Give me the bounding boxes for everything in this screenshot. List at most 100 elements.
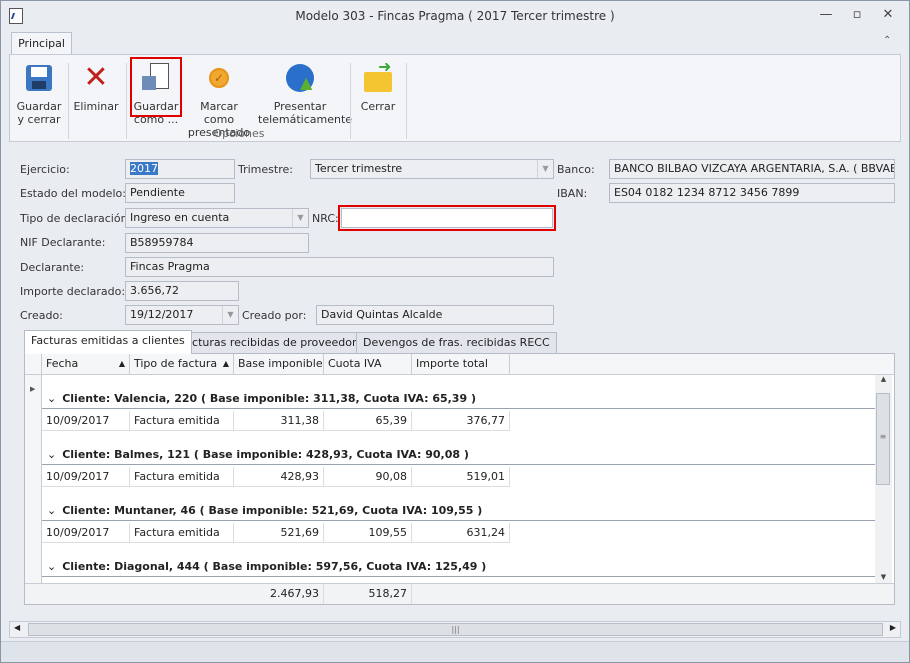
table-cell[interactable]: 10/09/2017	[42, 411, 130, 431]
window-title: Modelo 303 - Fincas Pragma ( 2017 Tercer…	[295, 9, 615, 23]
group-row[interactable]: ⌄ Cliente: Valencia, 220 ( Base imponible…	[42, 389, 875, 409]
group-title: Cliente: Diagonal, 444 ( Base imponible:…	[62, 560, 487, 573]
creado-label: Creado:	[20, 309, 63, 322]
label: telemáticamente	[258, 113, 353, 126]
main-window: Modelo 303 - Fincas Pragma ( 2017 Tercer…	[0, 0, 910, 663]
open-folder-icon: ➜	[362, 59, 394, 94]
label: Guardar	[16, 100, 62, 113]
guardar-como-button[interactable]: Guardar como ...	[130, 57, 182, 126]
tab-facturas-recibidas[interactable]: Facturas recibidas de proveedores	[173, 332, 376, 353]
table-cell[interactable]: 521,69	[234, 523, 324, 543]
table-cell[interactable]: 631,24	[412, 523, 510, 543]
table-cell[interactable]: 109,55	[324, 523, 412, 543]
table-cell[interactable]: Factura emitida	[130, 523, 234, 543]
ribbon-collapse-icon[interactable]: ⌃	[883, 35, 891, 46]
scrollbar-thumb[interactable]: |||	[28, 623, 883, 636]
table-cell[interactable]: 376,77	[412, 411, 510, 431]
table-cell[interactable]: 90,08	[324, 467, 412, 487]
group-row[interactable]: ⌄ Cliente: Muntaner, 46 ( Base imponible:…	[42, 501, 875, 521]
close-button[interactable]: ✕	[878, 7, 898, 25]
label: como ...	[133, 113, 179, 126]
save-as-document-icon	[140, 62, 172, 94]
iban-label: IBAN:	[557, 187, 588, 200]
facturas-grid: Fecha ▲ Tipo de factura ▲ Base imponible C…	[24, 353, 895, 605]
total-base: 2.467,93	[234, 584, 324, 604]
table-cell[interactable]: 519,01	[412, 467, 510, 487]
group-title: Cliente: Balmes, 121 ( Base imponible: 4…	[62, 448, 469, 461]
trimestre-select[interactable]: Tercer trimestre ▼	[310, 159, 554, 179]
horizontal-scrollbar[interactable]: ◀ ||| ▶	[9, 621, 901, 638]
ejercicio-input[interactable]: 2017	[125, 159, 235, 179]
tipo-label: Tipo de declaración:	[20, 212, 132, 225]
creado-date[interactable]: 19/12/2017 ▼	[125, 305, 239, 325]
grid-footer: 2.467,93 518,27	[25, 583, 894, 604]
row-indicator-header	[25, 354, 42, 375]
declarante-label: Declarante:	[20, 261, 85, 274]
restore-button[interactable]: ▫	[847, 7, 867, 25]
seal-check-icon: ✓	[203, 62, 235, 94]
scrollbar-thumb[interactable]: ≡	[876, 393, 890, 485]
trimestre-value: Tercer trimestre	[315, 162, 403, 175]
table-cell[interactable]: 311,38	[234, 411, 324, 431]
banco-label: Banco:	[557, 163, 595, 176]
group-row[interactable]: ⌄ Cliente: Balmes, 121 ( Base imponible: …	[42, 445, 875, 465]
group-row[interactable]: ⌄ Cliente: Diagonal, 444 ( Base imponible…	[42, 557, 875, 577]
creado-value: 19/12/2017	[130, 308, 194, 321]
table-cell[interactable]: 65,39	[324, 411, 412, 431]
label: Guardar	[133, 100, 179, 113]
chevron-down-icon[interactable]: ⌄	[47, 504, 56, 517]
column-header-tipo[interactable]: Tipo de factura ▲	[130, 354, 234, 375]
ejercicio-label: Ejercicio:	[20, 163, 70, 176]
vertical-scrollbar[interactable]: ▲ ≡ ▼	[875, 375, 892, 583]
label: Presentar	[273, 100, 327, 113]
column-header-cuota[interactable]: Cuota IVA	[324, 354, 412, 375]
declarante-input[interactable]: Fincas Pragma	[125, 257, 554, 277]
total-cuota: 518,27	[324, 584, 412, 604]
importe-input[interactable]: 3.656,72	[125, 281, 239, 301]
nif-label: NIF Declarante:	[20, 236, 106, 249]
ribbon-tab-principal[interactable]: Principal	[11, 32, 72, 55]
chevron-down-icon[interactable]: ⌄	[47, 560, 56, 573]
table-cell[interactable]: Factura emitida	[130, 467, 234, 487]
tipo-value: Ingreso en cuenta	[130, 211, 230, 224]
tab-facturas-emitidas[interactable]: Facturas emitidas a clientes	[24, 330, 192, 354]
table-cell[interactable]: 10/09/2017	[42, 523, 130, 543]
table-cell[interactable]: Factura emitida	[130, 411, 234, 431]
chevron-down-icon[interactable]: ⌄	[47, 448, 56, 461]
label: Eliminar	[73, 100, 119, 113]
minimize-button[interactable]: —	[816, 7, 836, 25]
ribbon: Guardar y cerrar ✕ Eliminar Guardar como .…	[9, 54, 901, 142]
estado-input[interactable]: Pendiente	[125, 183, 235, 203]
chevron-down-icon[interactable]: ⌄	[47, 392, 56, 405]
presentar-telematicamente-button[interactable]: ▲ Presentar telemáticamente	[258, 60, 353, 126]
tipo-select[interactable]: Ingreso en cuenta ▼	[125, 208, 309, 228]
label: Marcar como	[200, 100, 238, 126]
globe-upload-icon: ▲	[284, 62, 316, 94]
ribbon-group-label: Opciones	[213, 127, 265, 140]
column-header-base[interactable]: Base imponible	[234, 354, 324, 375]
trimestre-label: Trimestre:	[238, 163, 293, 176]
ejercicio-value: 2017	[130, 162, 158, 175]
status-bar	[1, 641, 909, 662]
chevron-down-icon: ▼	[222, 306, 238, 324]
banco-input[interactable]: BANCO BILBAO VIZCAYA ARGENTARIA, S.A. ( …	[609, 159, 895, 179]
label: Cerrar	[360, 100, 396, 113]
table-cell[interactable]: 10/09/2017	[42, 467, 130, 487]
nrc-input[interactable]	[341, 208, 553, 228]
iban-input[interactable]: ES04 0182 1234 8712 3456 7899	[609, 183, 895, 203]
tab-devengos-recc[interactable]: Devengos de fras. recibidas RECC	[356, 332, 557, 353]
cerrar-button[interactable]: ➜ Cerrar	[354, 59, 402, 114]
delete-x-icon: ✕	[83, 60, 109, 95]
eliminar-button[interactable]: ✕ Eliminar	[72, 60, 120, 114]
grid-body: ⌄ Cliente: Valencia, 220 ( Base imponible…	[42, 375, 875, 583]
label: y cerrar	[17, 113, 61, 126]
chevron-down-icon: ▼	[537, 160, 553, 178]
nrc-highlight	[338, 205, 556, 231]
table-cell[interactable]: 428,93	[234, 467, 324, 487]
group-title: Cliente: Valencia, 220 ( Base imponible:…	[62, 392, 476, 405]
column-header-importe[interactable]: Importe total	[412, 354, 510, 375]
nif-input[interactable]: B58959784	[125, 233, 309, 253]
guardar-cerrar-button[interactable]: Guardar y cerrar	[14, 60, 64, 126]
creado-por-input[interactable]: David Quintas Alcalde	[316, 305, 554, 325]
column-header-fecha[interactable]: Fecha ▲	[42, 354, 130, 375]
